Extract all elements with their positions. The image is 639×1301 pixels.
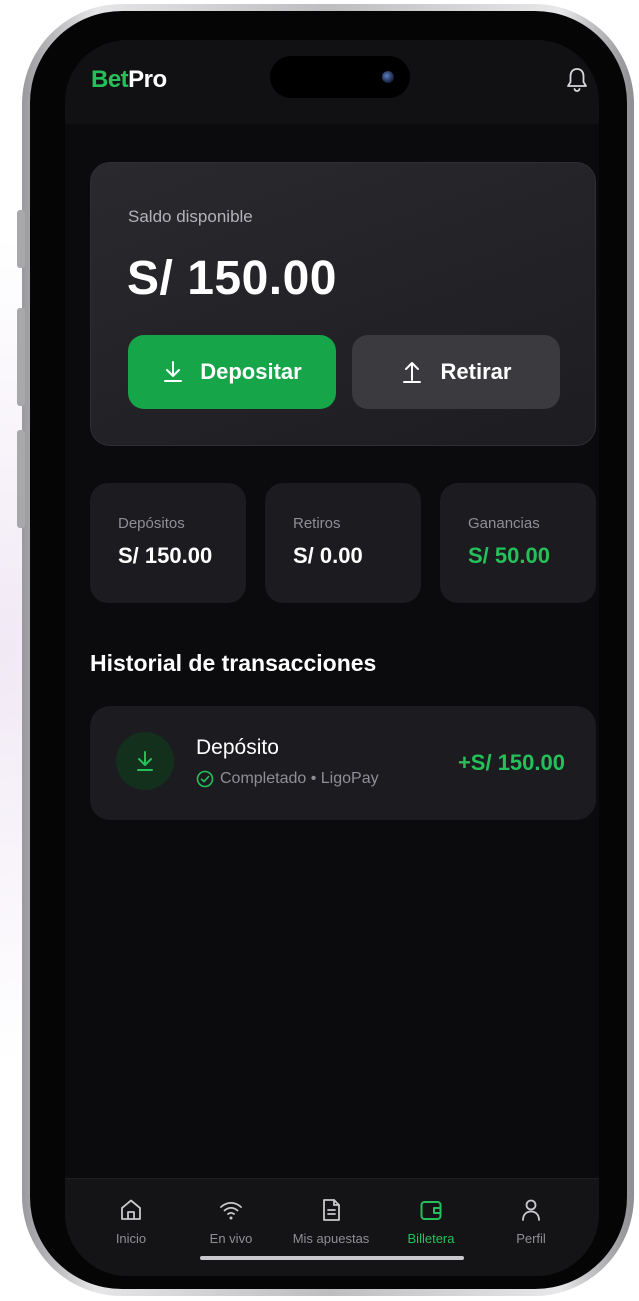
- download-icon: [164, 361, 183, 382]
- mute-switch: [17, 210, 25, 268]
- deposit-button-label: Depositar: [200, 359, 302, 384]
- nav-label: Billetera: [407, 1231, 455, 1246]
- balance-label: Saldo disponible: [128, 207, 253, 226]
- brand-logo-part2: Pro: [128, 66, 167, 93]
- app-header: BetPro: [65, 40, 599, 124]
- transaction-status: Completado • LigoPay: [196, 770, 379, 788]
- stat-label: Depósitos: [118, 515, 185, 532]
- nav-item-mis-apuestas[interactable]: Mis apuestas: [281, 1197, 381, 1246]
- nav-label: En vivo: [209, 1231, 253, 1246]
- stat-label: Retiros: [293, 515, 341, 532]
- nav-label: Mis apuestas: [292, 1231, 370, 1246]
- brand-logo[interactable]: BetPro: [91, 66, 167, 94]
- document-icon: [323, 1199, 340, 1221]
- bottom-nav: Inicio En vivo Mis apuestas Billetera Pe…: [65, 1178, 599, 1276]
- transaction-status-text: Completado • LigoPay: [220, 770, 379, 787]
- balance-amount: S/ 150.00: [127, 252, 337, 305]
- nav-item-inicio[interactable]: Inicio: [81, 1197, 181, 1246]
- stat-label: Ganancias: [468, 515, 540, 532]
- check-circle-icon: [196, 770, 214, 788]
- stat-value: S/ 50.00: [468, 543, 550, 568]
- stat-winnings: Ganancias S/ 50.00: [440, 483, 596, 603]
- download-icon: [137, 751, 153, 771]
- volume-up-button: [17, 308, 25, 406]
- nav-item-en-vivo[interactable]: En vivo: [181, 1197, 281, 1246]
- balance-card: Saldo disponible S/ 150.00 Depositar Ret…: [90, 162, 596, 446]
- stat-value: S/ 150.00: [118, 543, 213, 568]
- bell-icon[interactable]: [565, 66, 589, 94]
- nav-label: Perfil: [516, 1231, 546, 1246]
- history-title: Historial de transacciones: [90, 650, 377, 676]
- nav-item-perfil[interactable]: Perfil: [481, 1197, 581, 1246]
- transaction-item[interactable]: Depósito Completado • LigoPay +S/ 150.00: [90, 706, 596, 820]
- withdraw-button[interactable]: Retirar: [352, 335, 560, 409]
- transaction-icon: [116, 732, 174, 790]
- camera-icon: [382, 71, 394, 83]
- user-icon: [522, 1199, 540, 1221]
- brand-logo-part1: Bet: [91, 66, 129, 93]
- deposit-button[interactable]: Depositar: [128, 335, 336, 409]
- dynamic-island: [270, 56, 410, 98]
- transaction-amount: +S/ 150.00: [457, 750, 565, 775]
- transaction-title: Depósito: [196, 736, 279, 759]
- upload-icon: [402, 362, 421, 383]
- home-indicator[interactable]: [200, 1256, 464, 1260]
- nav-label: Inicio: [115, 1231, 147, 1246]
- wifi-icon: [220, 1201, 242, 1220]
- stat-deposits: Depósitos S/ 150.00: [90, 483, 246, 603]
- home-icon: [121, 1199, 141, 1220]
- app-screen: BetPro Saldo disponible S/ 150.00 Deposi…: [65, 40, 599, 1276]
- stat-value: S/ 0.00: [293, 543, 363, 568]
- nav-item-billetera[interactable]: Billetera: [381, 1197, 481, 1246]
- withdraw-button-label: Retirar: [440, 359, 512, 384]
- volume-down-button: [17, 430, 25, 528]
- wallet-icon: [420, 1201, 442, 1220]
- stat-withdrawals: Retiros S/ 0.00: [265, 483, 421, 603]
